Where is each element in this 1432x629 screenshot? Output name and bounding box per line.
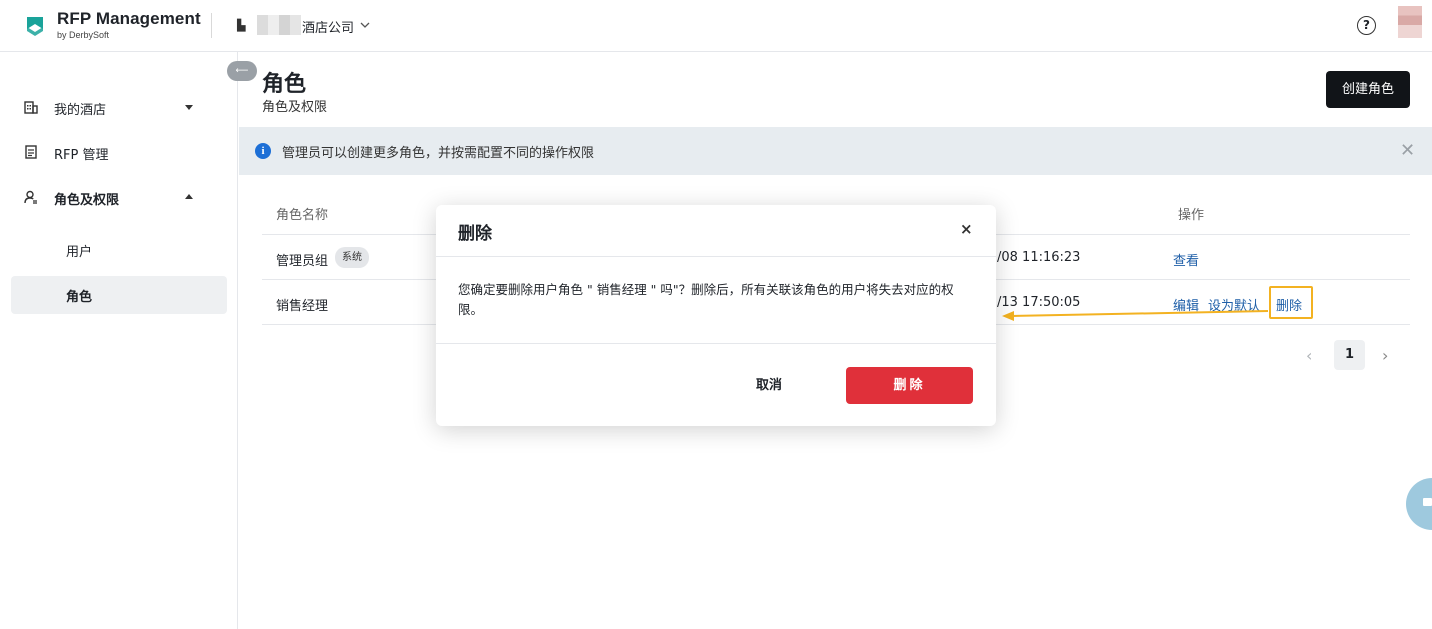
dialog-footer: 取消 删除 bbox=[436, 343, 996, 426]
confirm-delete-button[interactable]: 删除 bbox=[846, 367, 973, 404]
dialog-title: 删除 bbox=[458, 224, 492, 244]
dialog-header: 删除 × bbox=[436, 205, 996, 257]
delete-confirm-dialog: 删除 × 您确定要删除用户角色 " 销售经理 " 吗"？删除后，所有关联该角色的… bbox=[436, 205, 996, 426]
cancel-button[interactable]: 取消 bbox=[740, 367, 798, 404]
dialog-message: 您确定要删除用户角色 " 销售经理 " 吗"？删除后，所有关联该角色的用户将失去… bbox=[458, 282, 954, 317]
close-icon[interactable]: × bbox=[960, 220, 973, 238]
